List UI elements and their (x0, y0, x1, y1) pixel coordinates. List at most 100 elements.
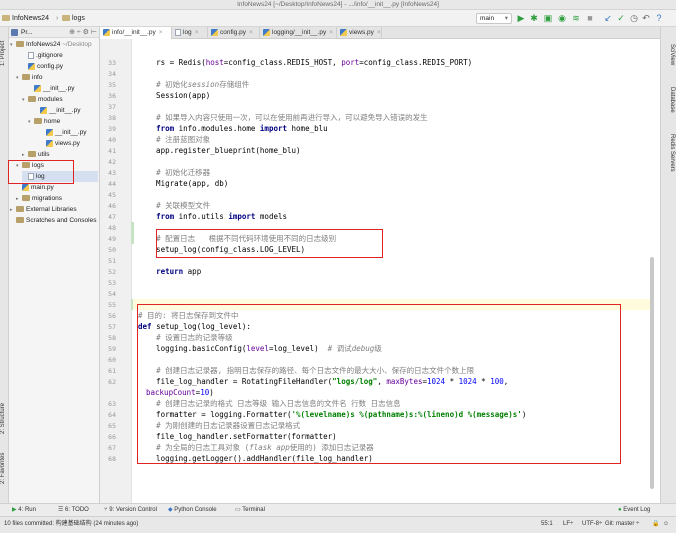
code-token: =config_class.REDIS_PORT) (359, 58, 473, 67)
tree-item[interactable]: config.py (22, 61, 98, 72)
code-line: file_log_handler.setFormatter(formatter) (138, 431, 337, 442)
tree-item[interactable]: __init__.py (40, 127, 98, 138)
code-token: rs = Redis( (156, 58, 206, 67)
version-control-tool-button[interactable]: ⑂ 9: Version Control (104, 505, 157, 516)
code-token: 使用的) 添加日志记录器 (289, 443, 374, 452)
code-token: # 创建日志记录器, 指明日志保存的路径、每个日志文件的最大大小、保存的日志文件… (156, 366, 475, 375)
concurrency-icon[interactable]: ≋ (571, 13, 581, 24)
code-token: # 设置日志的记录等级 (156, 333, 233, 342)
close-icon[interactable]: × (195, 29, 199, 36)
structure-tool-tab[interactable]: 2: Structure (0, 395, 9, 441)
close-icon[interactable]: × (377, 29, 381, 36)
code-token: app.register_blueprint(home_blu) (138, 146, 301, 155)
history-icon[interactable]: ◷ (629, 13, 639, 24)
tree-item[interactable]: ▸ migrations (16, 193, 98, 204)
status-bar: 10 files committed: 构建基础结构 (24 minutes a… (0, 516, 676, 533)
code-token: # 注册蓝图对象 (156, 135, 211, 144)
todo-icon: ☰ (58, 507, 66, 513)
breadcrumb-logs[interactable]: logs (62, 13, 85, 24)
code-token: models (259, 212, 288, 221)
status-message: 10 files committed: 构建基础结构 (24 minutes a… (4, 521, 139, 527)
tree-item[interactable]: views.py (40, 138, 98, 149)
code-token: 级 (374, 344, 382, 353)
breadcrumb-project[interactable]: InfoNews24 (2, 13, 49, 24)
folder-icon (22, 195, 30, 202)
todo-tool-button[interactable]: ☰ 6: TODO (58, 505, 89, 516)
tree-item-label: logs (32, 162, 44, 169)
favorites-tool-tab[interactable]: 2: Favorites (0, 447, 9, 489)
tree-item[interactable]: ▾ logs (16, 160, 98, 171)
tree-item[interactable]: ▾ info (16, 72, 98, 83)
sciview-tool-tab[interactable]: SciView (663, 37, 675, 73)
vcs-commit-icon[interactable]: ✓ (616, 13, 626, 24)
code-token: # 如果导入内容只使用一次，可以在使用前再进行导入，可以避免导入错误的发生 (156, 113, 428, 122)
project-view-select[interactable]: Pr... (21, 29, 33, 36)
line-separator[interactable]: LF÷ (563, 519, 573, 530)
close-icon[interactable]: × (249, 29, 253, 36)
code-token: # 调试 (327, 344, 352, 353)
code-editor: info/__init__.py × log × config.py × logging/_… (100, 27, 660, 503)
editor-scrollbar[interactable] (650, 257, 654, 489)
inspector-icon[interactable]: ☺ (663, 519, 669, 530)
close-icon[interactable]: × (159, 29, 163, 36)
tree-item[interactable]: main.py (16, 182, 98, 193)
tree-item[interactable]: .gitignore (22, 50, 98, 61)
code-line: # 初始化session存储组件 (138, 79, 249, 90)
lock-icon[interactable]: 🔒 (652, 519, 659, 530)
panel-settings-icon[interactable]: ⊕ ÷ ⚙ ⊢ (69, 27, 97, 38)
run-icon[interactable]: ▶ (516, 13, 526, 24)
file-encoding[interactable]: UTF-8÷ (582, 519, 602, 530)
tree-item[interactable]: ▾ InfoNews24 ~/Desktop (10, 39, 98, 50)
caret-position[interactable]: 55:1 (541, 519, 553, 530)
tree-item-label: __init__.py (43, 85, 75, 92)
code-line: from info.utils import models (138, 211, 287, 222)
help-icon[interactable]: ? (654, 13, 664, 24)
tree-item[interactable]: ▸ External Libraries (10, 204, 98, 215)
code-line: file_log_handler = RotatingFileHandler("… (138, 376, 508, 387)
right-tool-strip: SciView Database Redis Servers (660, 27, 676, 503)
git-branch[interactable]: Git: master ÷ (605, 519, 639, 530)
code-token: flask app (249, 443, 290, 452)
terminal-tool-button[interactable]: ▭ Terminal (235, 505, 265, 516)
bottom-tool-bar: ▶ 4: Run ☰ 6: TODO ⑂ 9: Version Control … (0, 503, 676, 516)
tree-item[interactable]: ▸ utils (22, 149, 98, 160)
editor-tab[interactable]: views.py × (337, 27, 382, 39)
vcs-change-marker[interactable] (131, 222, 134, 244)
file-icon (28, 172, 34, 180)
code-token: * (476, 377, 491, 386)
tree-item[interactable]: __init__.py (28, 83, 98, 94)
revert-icon[interactable]: ↶ (641, 13, 651, 24)
run-tool-button[interactable]: ▶ 4: Run (12, 505, 36, 516)
editor-tab[interactable]: logging/__init__.py × (260, 27, 337, 39)
run-config-select[interactable]: main ▾ (476, 13, 512, 24)
code-line: # 创建日志记录器, 指明日志保存的路径、每个日志文件的最大大小、保存的日志文件… (138, 365, 474, 376)
stop-icon[interactable]: ■ (585, 13, 595, 24)
editor-tab[interactable]: log × (172, 27, 208, 39)
editor-tab[interactable]: info/__init__.py × (100, 27, 172, 39)
project-view-icon (11, 29, 18, 36)
event-log-tool-button[interactable]: ● Event Log (618, 505, 650, 516)
vcs-update-icon[interactable]: ↙ (603, 13, 613, 24)
editor-tab[interactable]: config.py × (208, 27, 260, 39)
redis-servers-tool-tab[interactable]: Redis Servers (663, 127, 675, 179)
debug-icon[interactable]: ✱ (529, 13, 539, 24)
coverage-icon[interactable]: ▣ (543, 13, 553, 24)
python-console-tool-button[interactable]: ◆ Python Console (168, 505, 217, 516)
tree-item[interactable]: ▾ modules (22, 94, 98, 105)
tree-item[interactable]: log (22, 171, 98, 182)
line-number: 50 (108, 246, 116, 254)
code-token: , (377, 377, 387, 386)
tree-item[interactable]: Scratches and Consoles (10, 215, 98, 226)
project-tool-tab[interactable]: 1: Project (0, 31, 9, 75)
current-line-highlight (133, 299, 653, 310)
line-number: 41 (108, 147, 116, 155)
tree-item-label: Scratches and Consoles (26, 217, 97, 224)
code-line: backupCount=10) (146, 387, 214, 398)
tree-item[interactable]: __init__.py (34, 105, 98, 116)
code-token: app (187, 267, 202, 276)
close-icon[interactable]: × (329, 29, 333, 36)
tree-item[interactable]: ▾ home (28, 116, 98, 127)
profile-icon[interactable]: ◉ (557, 13, 567, 24)
database-tool-tab[interactable]: Database (663, 81, 675, 119)
